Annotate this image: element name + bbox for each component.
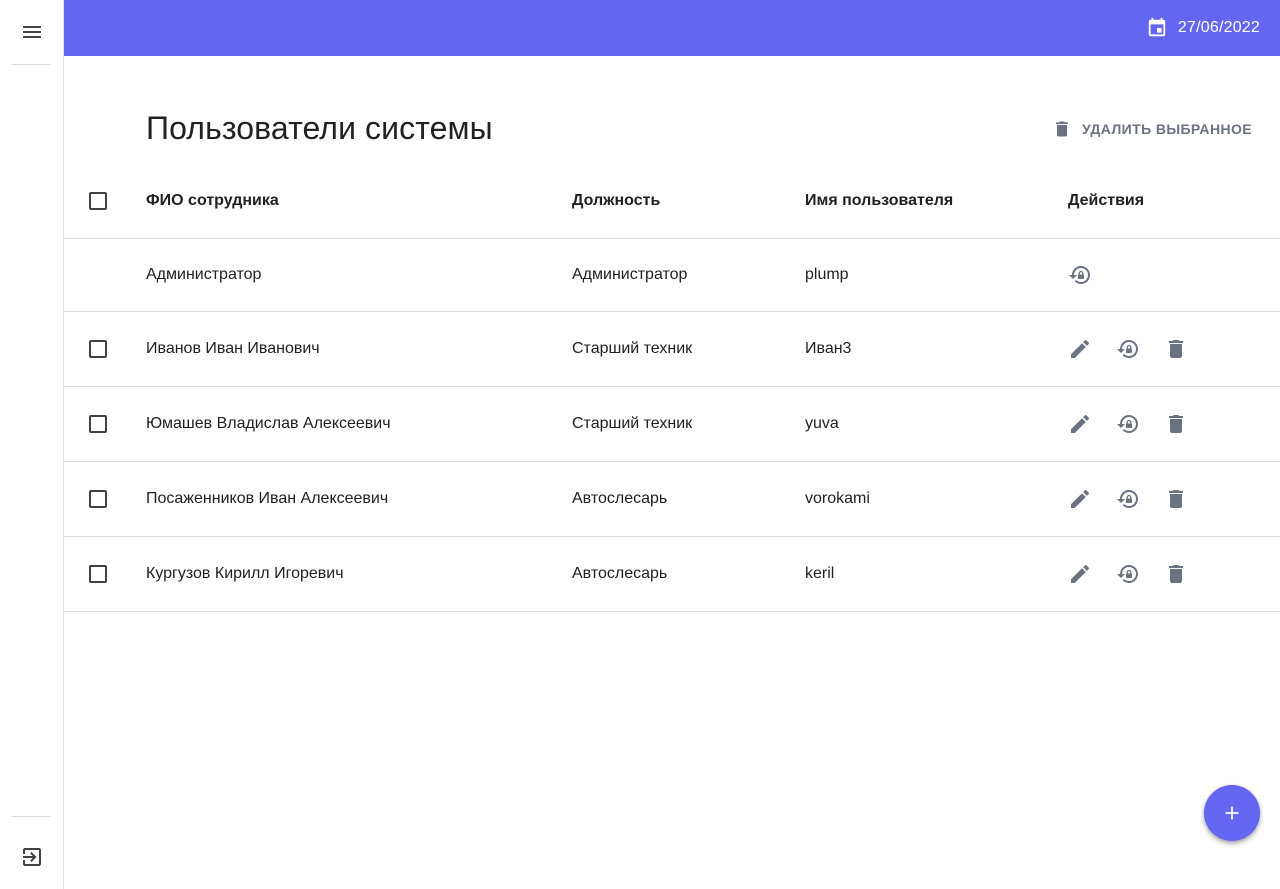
table-row: Администратор Администратор plump bbox=[64, 239, 1280, 312]
lock-reset-icon bbox=[1069, 266, 1090, 284]
trash-icon bbox=[1056, 121, 1068, 137]
lock-reset-icon bbox=[1117, 340, 1138, 358]
select-all-checkbox[interactable] bbox=[89, 192, 107, 210]
date-display[interactable]: 27/06/2022 bbox=[1146, 0, 1260, 56]
reset-password-button[interactable] bbox=[1116, 487, 1140, 511]
cell-name: Юмашев Владислав Алексеевич bbox=[146, 415, 391, 432]
users-table: ФИО сотрудника Должность Имя пользовател… bbox=[64, 164, 1280, 612]
edit-button[interactable] bbox=[1068, 412, 1092, 436]
delete-button[interactable] bbox=[1164, 562, 1188, 586]
menu-button[interactable] bbox=[12, 12, 52, 52]
lock-reset-icon bbox=[1117, 565, 1138, 583]
delete-button[interactable] bbox=[1164, 487, 1188, 511]
sidebar-divider-bottom bbox=[12, 816, 51, 817]
cell-name: Посаженников Иван Алексеевич bbox=[146, 490, 389, 507]
cell-username: vorokami bbox=[805, 490, 870, 507]
pencil-icon bbox=[1071, 414, 1090, 433]
trash-icon bbox=[1169, 565, 1183, 583]
sidebar-divider-top bbox=[12, 64, 51, 65]
top-app-bar: 27/06/2022 bbox=[64, 0, 1280, 56]
table-row: Иванов Иван Иванович Старший техник Иван… bbox=[64, 312, 1280, 387]
cell-position: Администратор bbox=[572, 266, 688, 283]
cell-actions bbox=[1068, 387, 1188, 461]
cell-username: yuva bbox=[805, 415, 839, 432]
date-text: 27/06/2022 bbox=[1177, 19, 1260, 36]
table-row: Кургузов Кирилл Игоревич Автослесарь ker… bbox=[64, 537, 1280, 612]
reset-password-button[interactable] bbox=[1116, 412, 1140, 436]
table-header: ФИО сотрудника Должность Имя пользовател… bbox=[64, 164, 1280, 239]
menu-icon bbox=[23, 26, 41, 38]
pencil-icon bbox=[1071, 339, 1090, 358]
cell-position: Старший техник bbox=[572, 415, 693, 432]
calendar-icon bbox=[1148, 17, 1166, 37]
lock-reset-icon bbox=[1117, 490, 1138, 508]
table-row: Посаженников Иван Алексеевич Автослесарь… bbox=[64, 462, 1280, 537]
column-header-position[interactable]: Должность bbox=[572, 164, 660, 238]
column-header-name[interactable]: ФИО сотрудника bbox=[146, 164, 279, 238]
delete-selected-button[interactable]: УДАЛИТЬ ВЫБРАННОЕ bbox=[1052, 114, 1252, 144]
cell-name: Иванов Иван Иванович bbox=[146, 340, 320, 357]
cell-actions bbox=[1068, 462, 1188, 536]
logout-icon bbox=[23, 848, 41, 866]
trash-icon bbox=[1169, 490, 1183, 508]
row-checkbox[interactable] bbox=[89, 340, 107, 358]
delete-button[interactable] bbox=[1164, 337, 1188, 361]
column-header-username[interactable]: Имя пользователя bbox=[805, 164, 953, 238]
column-header-actions: Действия bbox=[1068, 192, 1145, 209]
trash-icon bbox=[1169, 415, 1183, 433]
cell-actions bbox=[1068, 537, 1188, 611]
cell-username: Иван3 bbox=[805, 340, 852, 357]
delete-button[interactable] bbox=[1164, 412, 1188, 436]
page-title: Пользователи системы bbox=[146, 110, 493, 146]
row-checkbox[interactable] bbox=[89, 415, 107, 433]
table-row: Юмашев Владислав Алексеевич Старший техн… bbox=[64, 387, 1280, 462]
edit-button[interactable] bbox=[1068, 562, 1092, 586]
logout-button[interactable] bbox=[12, 837, 52, 877]
edit-button[interactable] bbox=[1068, 487, 1092, 511]
trash-icon bbox=[1169, 340, 1183, 358]
reset-password-button[interactable] bbox=[1068, 263, 1092, 287]
cell-username: keril bbox=[805, 565, 835, 582]
add-user-button[interactable] bbox=[1204, 785, 1260, 841]
reset-password-button[interactable] bbox=[1116, 337, 1140, 361]
row-checkbox[interactable] bbox=[89, 490, 107, 508]
edit-button[interactable] bbox=[1068, 337, 1092, 361]
plus-icon bbox=[1225, 806, 1239, 820]
lock-reset-icon bbox=[1117, 415, 1138, 433]
row-checkbox[interactable] bbox=[89, 565, 107, 583]
cell-name: Кургузов Кирилл Игоревич bbox=[146, 565, 344, 582]
delete-selected-label: УДАЛИТЬ ВЫБРАННОЕ bbox=[1082, 121, 1252, 137]
sidebar bbox=[0, 0, 64, 889]
cell-position: Автослесарь bbox=[572, 565, 668, 582]
cell-name: Администратор bbox=[146, 266, 262, 283]
cell-actions bbox=[1068, 239, 1092, 311]
cell-position: Старший техник bbox=[572, 340, 693, 357]
cell-username: plump bbox=[805, 266, 849, 283]
pencil-icon bbox=[1071, 564, 1090, 583]
reset-password-button[interactable] bbox=[1116, 562, 1140, 586]
cell-position: Автослесарь bbox=[572, 490, 668, 507]
cell-actions bbox=[1068, 312, 1188, 386]
pencil-icon bbox=[1071, 489, 1090, 508]
